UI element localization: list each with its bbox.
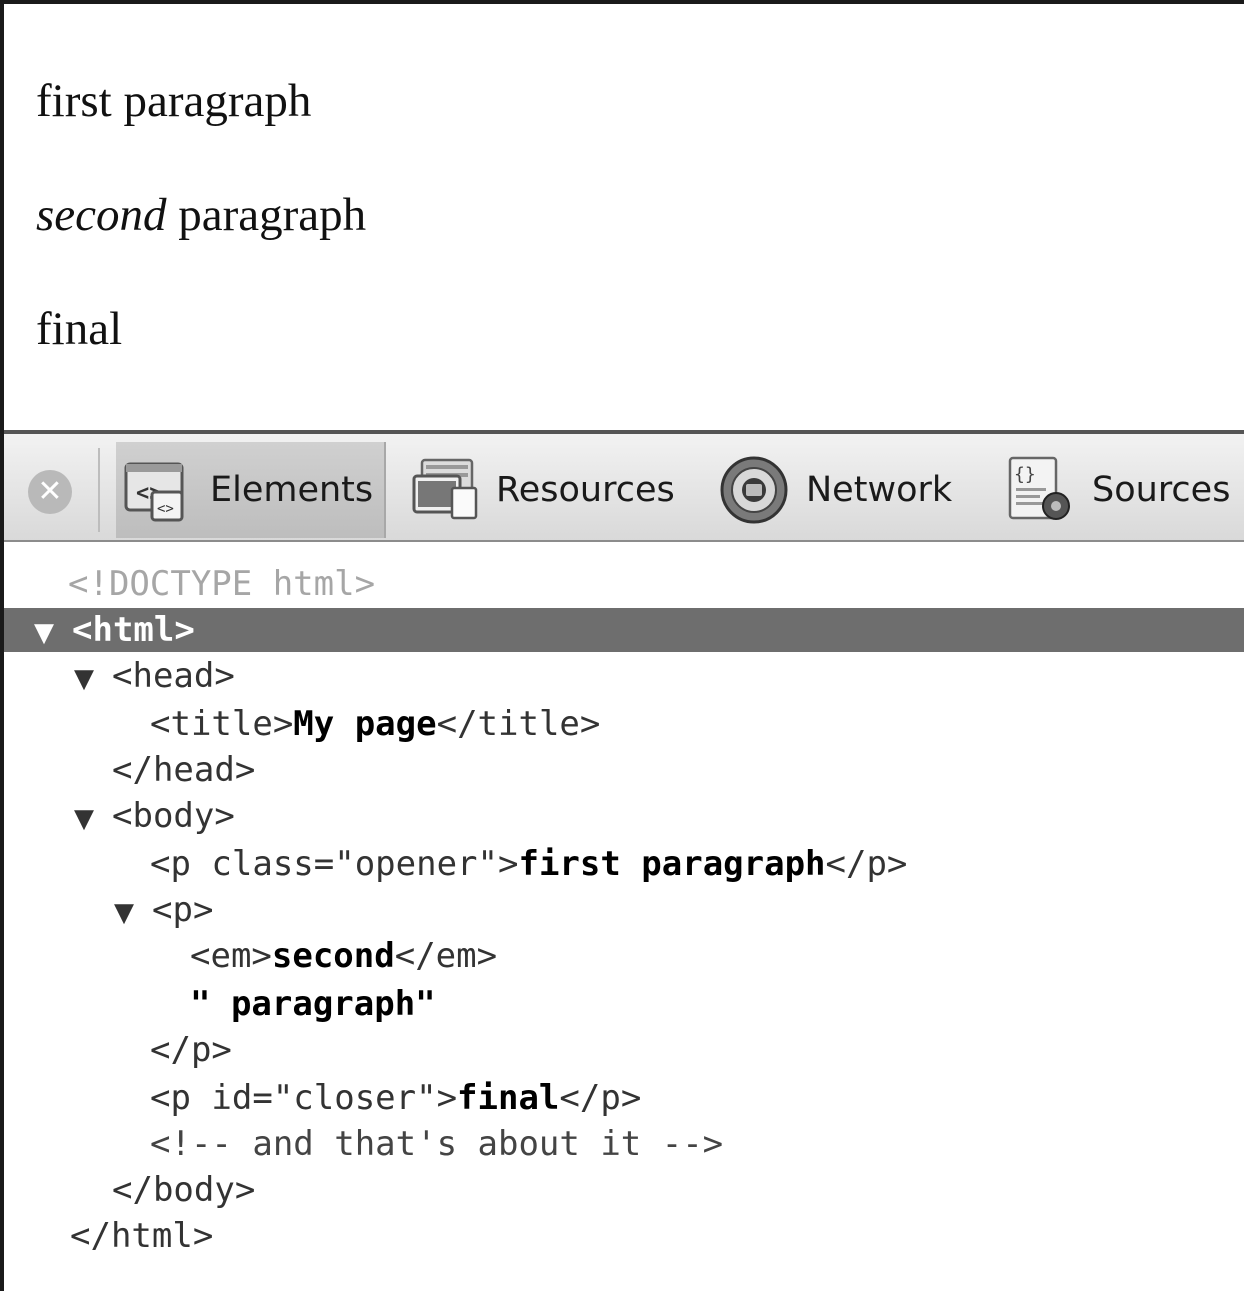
dom-node-body[interactable]: ▼ <body> [4,794,1244,838]
rendered-second-paragraph: second paragraph [36,192,366,239]
elements-icon: <> <> [124,462,184,522]
body-open-tag: <body> [112,796,235,836]
devtools-toolbar: ✕ <> <> Elements Resources Network {} So… [4,430,1244,542]
html-open-tag: <html> [72,610,195,650]
expand-triangle-icon[interactable]: ▼ [114,891,152,935]
sources-icon: {} [1008,456,1070,520]
dom-node-p[interactable]: ▼ <p> [4,888,1244,932]
dom-node-p-close[interactable]: </p> [4,1028,1244,1072]
dom-node-head[interactable]: ▼ <head> [4,654,1244,698]
network-icon [720,456,788,524]
head-open-tag: <head> [112,656,235,696]
dom-node-body-close[interactable]: </body> [4,1168,1244,1212]
tab-network-label: Network [806,470,953,510]
rendered-second-rest: paragraph [166,189,367,241]
tab-sources[interactable]: {} Sources [1004,442,1230,538]
head-close-tag: </head> [112,750,256,790]
title-open-tag: <title> [150,704,294,744]
dom-node-html-close[interactable]: </html> [4,1214,1244,1258]
body-close-tag: </body> [112,1170,256,1210]
dom-node-doctype[interactable]: <!DOCTYPE html> [4,562,1244,606]
page-viewport: first paragraph second paragraph final [4,4,1244,430]
dom-node-p-opener[interactable]: <p class="opener">first paragraph</p> [4,842,1244,886]
rendered-final-paragraph: final [36,303,123,355]
expand-triangle-icon[interactable]: ▼ [34,611,72,655]
text-node: " paragraph" [190,984,436,1024]
p1-text: first paragraph [518,844,826,884]
tab-sources-label: Sources [1092,470,1231,510]
expand-triangle-icon[interactable]: ▼ [74,797,112,841]
dom-node-comment[interactable]: <!-- and that's about it --> [4,1122,1244,1166]
p1-close-tag: </p> [825,844,908,884]
dom-tree: <!DOCTYPE html> ▼ <html> ▼ <head> <title>M… [4,542,1244,1291]
expand-triangle-icon[interactable]: ▼ [74,657,112,701]
tab-resources[interactable]: Resources [408,442,675,538]
tab-network[interactable]: Network [718,442,952,538]
title-text: My page [293,704,437,744]
tab-elements-label: Elements [210,470,374,510]
p3-close-tag: </p> [559,1078,642,1118]
p1-open-tag: <p class="opener"> [150,844,519,884]
rendered-second-emphasis: second [36,189,167,241]
resources-icon [412,458,478,520]
comment-text: <!-- and that's about it --> [150,1124,724,1164]
em-open-tag: <em> [190,936,272,976]
dom-node-text[interactable]: " paragraph" [4,982,1244,1026]
dom-node-em[interactable]: <em>second</em> [4,934,1244,978]
svg-text:<>: <> [157,501,174,517]
dom-node-title[interactable]: <title>My page</title> [4,702,1244,746]
p3-text: final [457,1078,560,1118]
html-close-tag: </html> [70,1216,214,1256]
tab-elements[interactable]: <> <> Elements [116,442,386,538]
p2-close-tag: </p> [150,1030,232,1070]
em-text: second [271,936,395,976]
dom-node-head-close[interactable]: </head> [4,748,1244,792]
browser-window: first paragraph second paragraph final ✕… [0,0,1244,1291]
em-close-tag: </em> [394,936,498,976]
doctype-text: <!DOCTYPE html> [68,564,376,604]
dom-node-html[interactable]: ▼ <html> [4,608,1244,652]
p3-open-tag: <p id="closer"> [150,1078,458,1118]
svg-text:{}: {} [1014,464,1036,485]
toolbar-divider [98,448,100,532]
dom-node-p-closer[interactable]: <p id="closer">final</p> [4,1076,1244,1120]
title-close-tag: </title> [436,704,601,744]
close-icon[interactable]: ✕ [28,470,72,514]
rendered-first-paragraph: first paragraph [36,75,312,127]
tab-resources-label: Resources [496,470,675,510]
p2-open-tag: <p> [152,890,214,930]
